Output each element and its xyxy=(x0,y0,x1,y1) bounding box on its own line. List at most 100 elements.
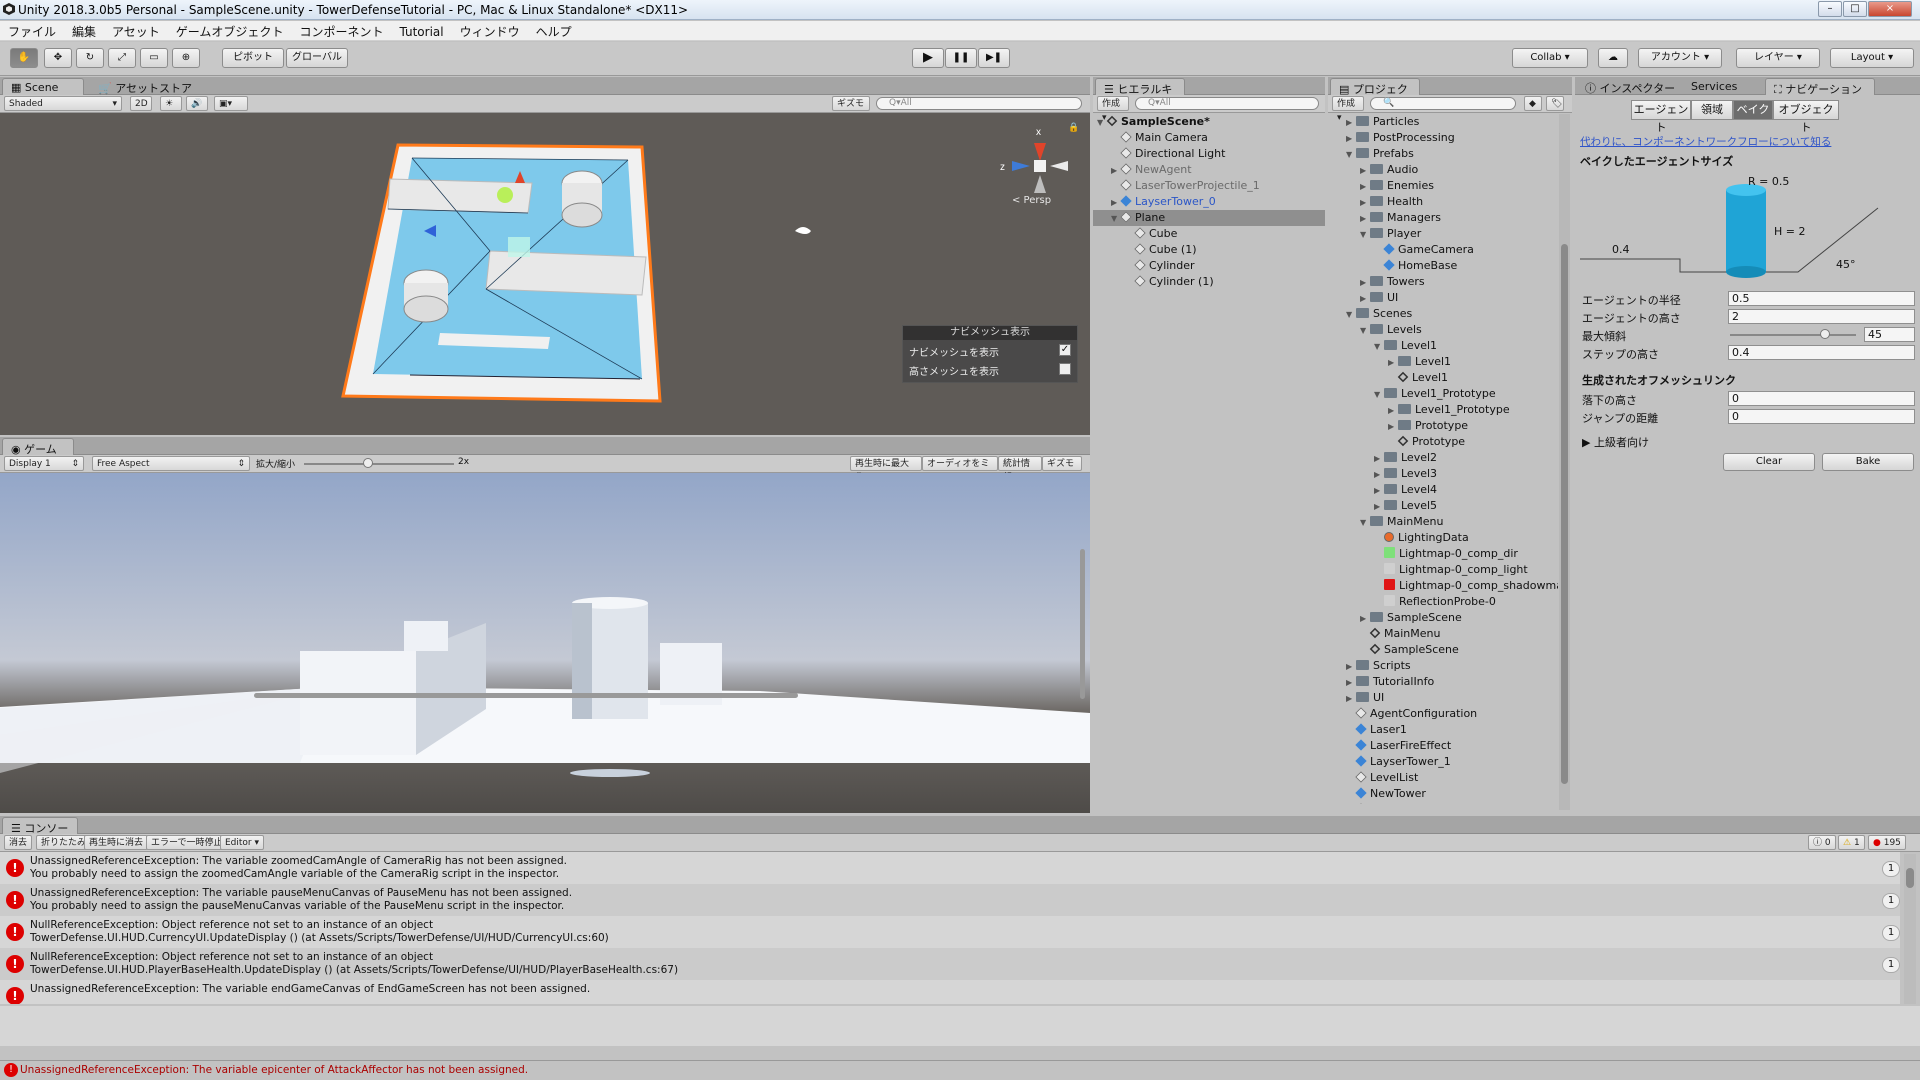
project-item[interactable]: ▶ Level1 xyxy=(1328,354,1451,370)
collab-button[interactable]: Collab ▾ xyxy=(1512,48,1588,68)
menu-gameobject[interactable]: ゲームオブジェクト xyxy=(168,21,292,40)
menu-help[interactable]: ヘルプ xyxy=(528,21,580,40)
component-workflow-link[interactable]: 代わりに、コンポーネントワークフローについて知る xyxy=(1580,134,1831,149)
project-item[interactable]: ▼ Player xyxy=(1328,226,1421,242)
info-count-toggle[interactable]: ⓘ 0 xyxy=(1808,835,1836,850)
project-item[interactable]: ▶ Towers xyxy=(1328,274,1425,290)
project-item[interactable]: LaserFireEffect xyxy=(1328,738,1451,754)
hierarchy-search-input[interactable]: Q▾All xyxy=(1135,97,1319,110)
show-heightmesh-checkbox[interactable] xyxy=(1059,363,1071,375)
advanced-foldout[interactable]: ▶ 上級者向け xyxy=(1582,434,1649,450)
bake-field-input[interactable]: 2 xyxy=(1728,309,1915,324)
mute-audio-toggle[interactable]: オーディオをミュート xyxy=(922,456,998,483)
bake-button[interactable]: Bake xyxy=(1822,453,1914,471)
project-item[interactable]: MainMenu xyxy=(1328,626,1440,642)
game-vertical-scrollbar[interactable] xyxy=(1080,549,1085,699)
project-item[interactable]: ▶ Particles xyxy=(1328,114,1419,130)
offmesh-field-input[interactable]: 0 xyxy=(1728,391,1915,406)
menu-assets[interactable]: アセット xyxy=(104,21,168,40)
bake-field-input[interactable]: 45 xyxy=(1864,327,1915,342)
expand-arrow-icon[interactable]: ▶ xyxy=(1346,691,1356,707)
project-scrollbar-thumb[interactable] xyxy=(1561,244,1568,784)
console-entry[interactable]: ! UnassignedReferenceException: The varia… xyxy=(0,980,1900,1004)
hierarchy-item[interactable]: Main Camera xyxy=(1093,130,1325,146)
expand-arrow-icon[interactable]: ▶ xyxy=(1374,451,1384,467)
tab-hierarchy[interactable]: ☰ ヒエラルキー xyxy=(1095,78,1185,112)
expand-arrow-icon[interactable]: ▶ xyxy=(1388,403,1398,419)
error-count-toggle[interactable]: ● 195 xyxy=(1868,835,1906,850)
hierarchy-item[interactable]: ▼ Plane xyxy=(1093,210,1325,226)
project-item[interactable]: ▼ Level1_Prototype xyxy=(1328,386,1496,402)
project-item[interactable]: Lightmap-0_comp_dir xyxy=(1328,546,1518,562)
tab-console[interactable]: ☰ コンソール xyxy=(2,817,78,851)
display-dropdown[interactable]: Display 1 ⇕ xyxy=(4,456,84,471)
expand-arrow-icon[interactable]: ▶ xyxy=(1374,483,1384,499)
status-message[interactable]: UnassignedReferenceException: The variab… xyxy=(20,1064,528,1076)
expand-arrow-icon[interactable]: ▼ xyxy=(1360,515,1370,531)
project-item[interactable]: ▶ Level4 xyxy=(1328,482,1437,498)
console-entry[interactable]: ! NullReferenceException: Object referenc… xyxy=(0,948,1900,980)
project-item[interactable]: LayserTower_1 xyxy=(1328,754,1451,770)
game-horizontal-scrollbar[interactable] xyxy=(254,693,798,698)
project-item[interactable]: ▶ PostProcessing xyxy=(1328,130,1455,146)
nav-tab-object[interactable]: オブジェクト xyxy=(1773,100,1839,134)
console-collapse-button[interactable]: 折りたたみ xyxy=(36,835,92,850)
effects-dropdown-icon[interactable]: ▣▾ xyxy=(214,96,248,111)
hierarchy-item[interactable]: Cube xyxy=(1093,226,1325,242)
maximize-button[interactable]: □ xyxy=(1843,1,1867,17)
expand-arrow-icon[interactable]: ▼ xyxy=(1111,211,1121,227)
hierarchy-item[interactable]: Cube (1) xyxy=(1093,242,1325,258)
console-entry[interactable]: ! UnassignedReferenceException: The varia… xyxy=(0,884,1900,916)
warning-count-toggle[interactable]: ⚠ 1 xyxy=(1838,835,1865,850)
expand-arrow-icon[interactable]: ▼ xyxy=(1374,339,1384,355)
tab-project[interactable]: ▤ プロジェクト xyxy=(1330,78,1420,112)
close-button[interactable]: × xyxy=(1868,1,1912,17)
project-item[interactable]: ▶ UI xyxy=(1328,690,1384,706)
console-entry[interactable]: ! NullReferenceException: Object referenc… xyxy=(0,916,1900,948)
menu-component[interactable]: コンポーネント xyxy=(291,21,391,40)
expand-arrow-icon[interactable]: ▶ xyxy=(1346,675,1356,691)
nav-tab-bake[interactable]: ベイク xyxy=(1733,100,1773,120)
expand-arrow-icon[interactable]: ▶ xyxy=(1388,419,1398,435)
project-item[interactable]: Lightmap-0_comp_light xyxy=(1328,562,1528,578)
project-item[interactable]: ▼ Levels xyxy=(1328,322,1422,338)
filter-by-type-icon[interactable]: ◆ xyxy=(1524,96,1542,111)
project-item[interactable]: Laser1 xyxy=(1328,722,1407,738)
offmesh-field-input[interactable]: 0 xyxy=(1728,409,1915,424)
pivot-toggle[interactable]: ピボット xyxy=(222,48,284,68)
play-button[interactable]: ▶ xyxy=(912,48,944,68)
tab-asset-store[interactable]: 🛒 アセットストア xyxy=(90,78,200,95)
game-gizmos-dropdown[interactable]: ギズモ▾ xyxy=(1042,456,1082,483)
stats-toggle[interactable]: 統計情報 xyxy=(998,456,1042,483)
project-item[interactable]: ▶ Level5 xyxy=(1328,498,1437,514)
project-item[interactable]: LevelList xyxy=(1328,770,1418,786)
project-item[interactable]: ▼ Level1 xyxy=(1328,338,1437,354)
project-item[interactable]: Readme xyxy=(1328,802,1415,804)
project-item[interactable]: GameCamera xyxy=(1328,242,1474,258)
expand-arrow-icon[interactable]: ▶ xyxy=(1388,355,1398,371)
minimize-button[interactable]: – xyxy=(1818,1,1842,17)
expand-arrow-icon[interactable]: ▼ xyxy=(1097,115,1107,131)
scale-slider-handle[interactable] xyxy=(363,458,373,468)
console-scrollbar[interactable] xyxy=(1904,854,1916,1004)
project-item[interactable]: ReflectionProbe-0 xyxy=(1328,594,1496,610)
cloud-icon[interactable]: ☁ xyxy=(1598,48,1628,68)
menu-tutorial[interactable]: Tutorial xyxy=(391,23,451,39)
scale-slider[interactable] xyxy=(304,463,454,465)
layout-dropdown[interactable]: Layout ▾ xyxy=(1830,48,1914,68)
lock-icon[interactable]: 🔒 xyxy=(1068,123,1079,133)
transform-tool-icon[interactable]: ⊕ xyxy=(172,48,200,68)
max-slope-slider-handle[interactable] xyxy=(1819,329,1830,339)
project-item[interactable]: Prototype xyxy=(1328,434,1465,450)
project-item[interactable]: Level1 xyxy=(1328,370,1448,386)
menu-file[interactable]: ファイル xyxy=(0,21,64,40)
expand-arrow-icon[interactable]: ▶ xyxy=(1360,163,1370,179)
project-item[interactable]: ▶ Level1_Prototype xyxy=(1328,402,1510,418)
rotate-tool-icon[interactable]: ↻ xyxy=(76,48,104,68)
expand-arrow-icon[interactable]: ▼ xyxy=(1346,307,1356,323)
scene-viewport[interactable]: x z < Persp 🔒 ナビメッシュ表示 ナビメッシュを表示 ✓ 高さメッシ… xyxy=(0,113,1090,435)
project-item[interactable]: ▶ SampleScene xyxy=(1328,610,1462,626)
expand-arrow-icon[interactable]: ▼ xyxy=(1346,147,1356,163)
project-item[interactable]: ▶ Enemies xyxy=(1328,178,1434,194)
project-item[interactable]: ▶ Prototype xyxy=(1328,418,1468,434)
